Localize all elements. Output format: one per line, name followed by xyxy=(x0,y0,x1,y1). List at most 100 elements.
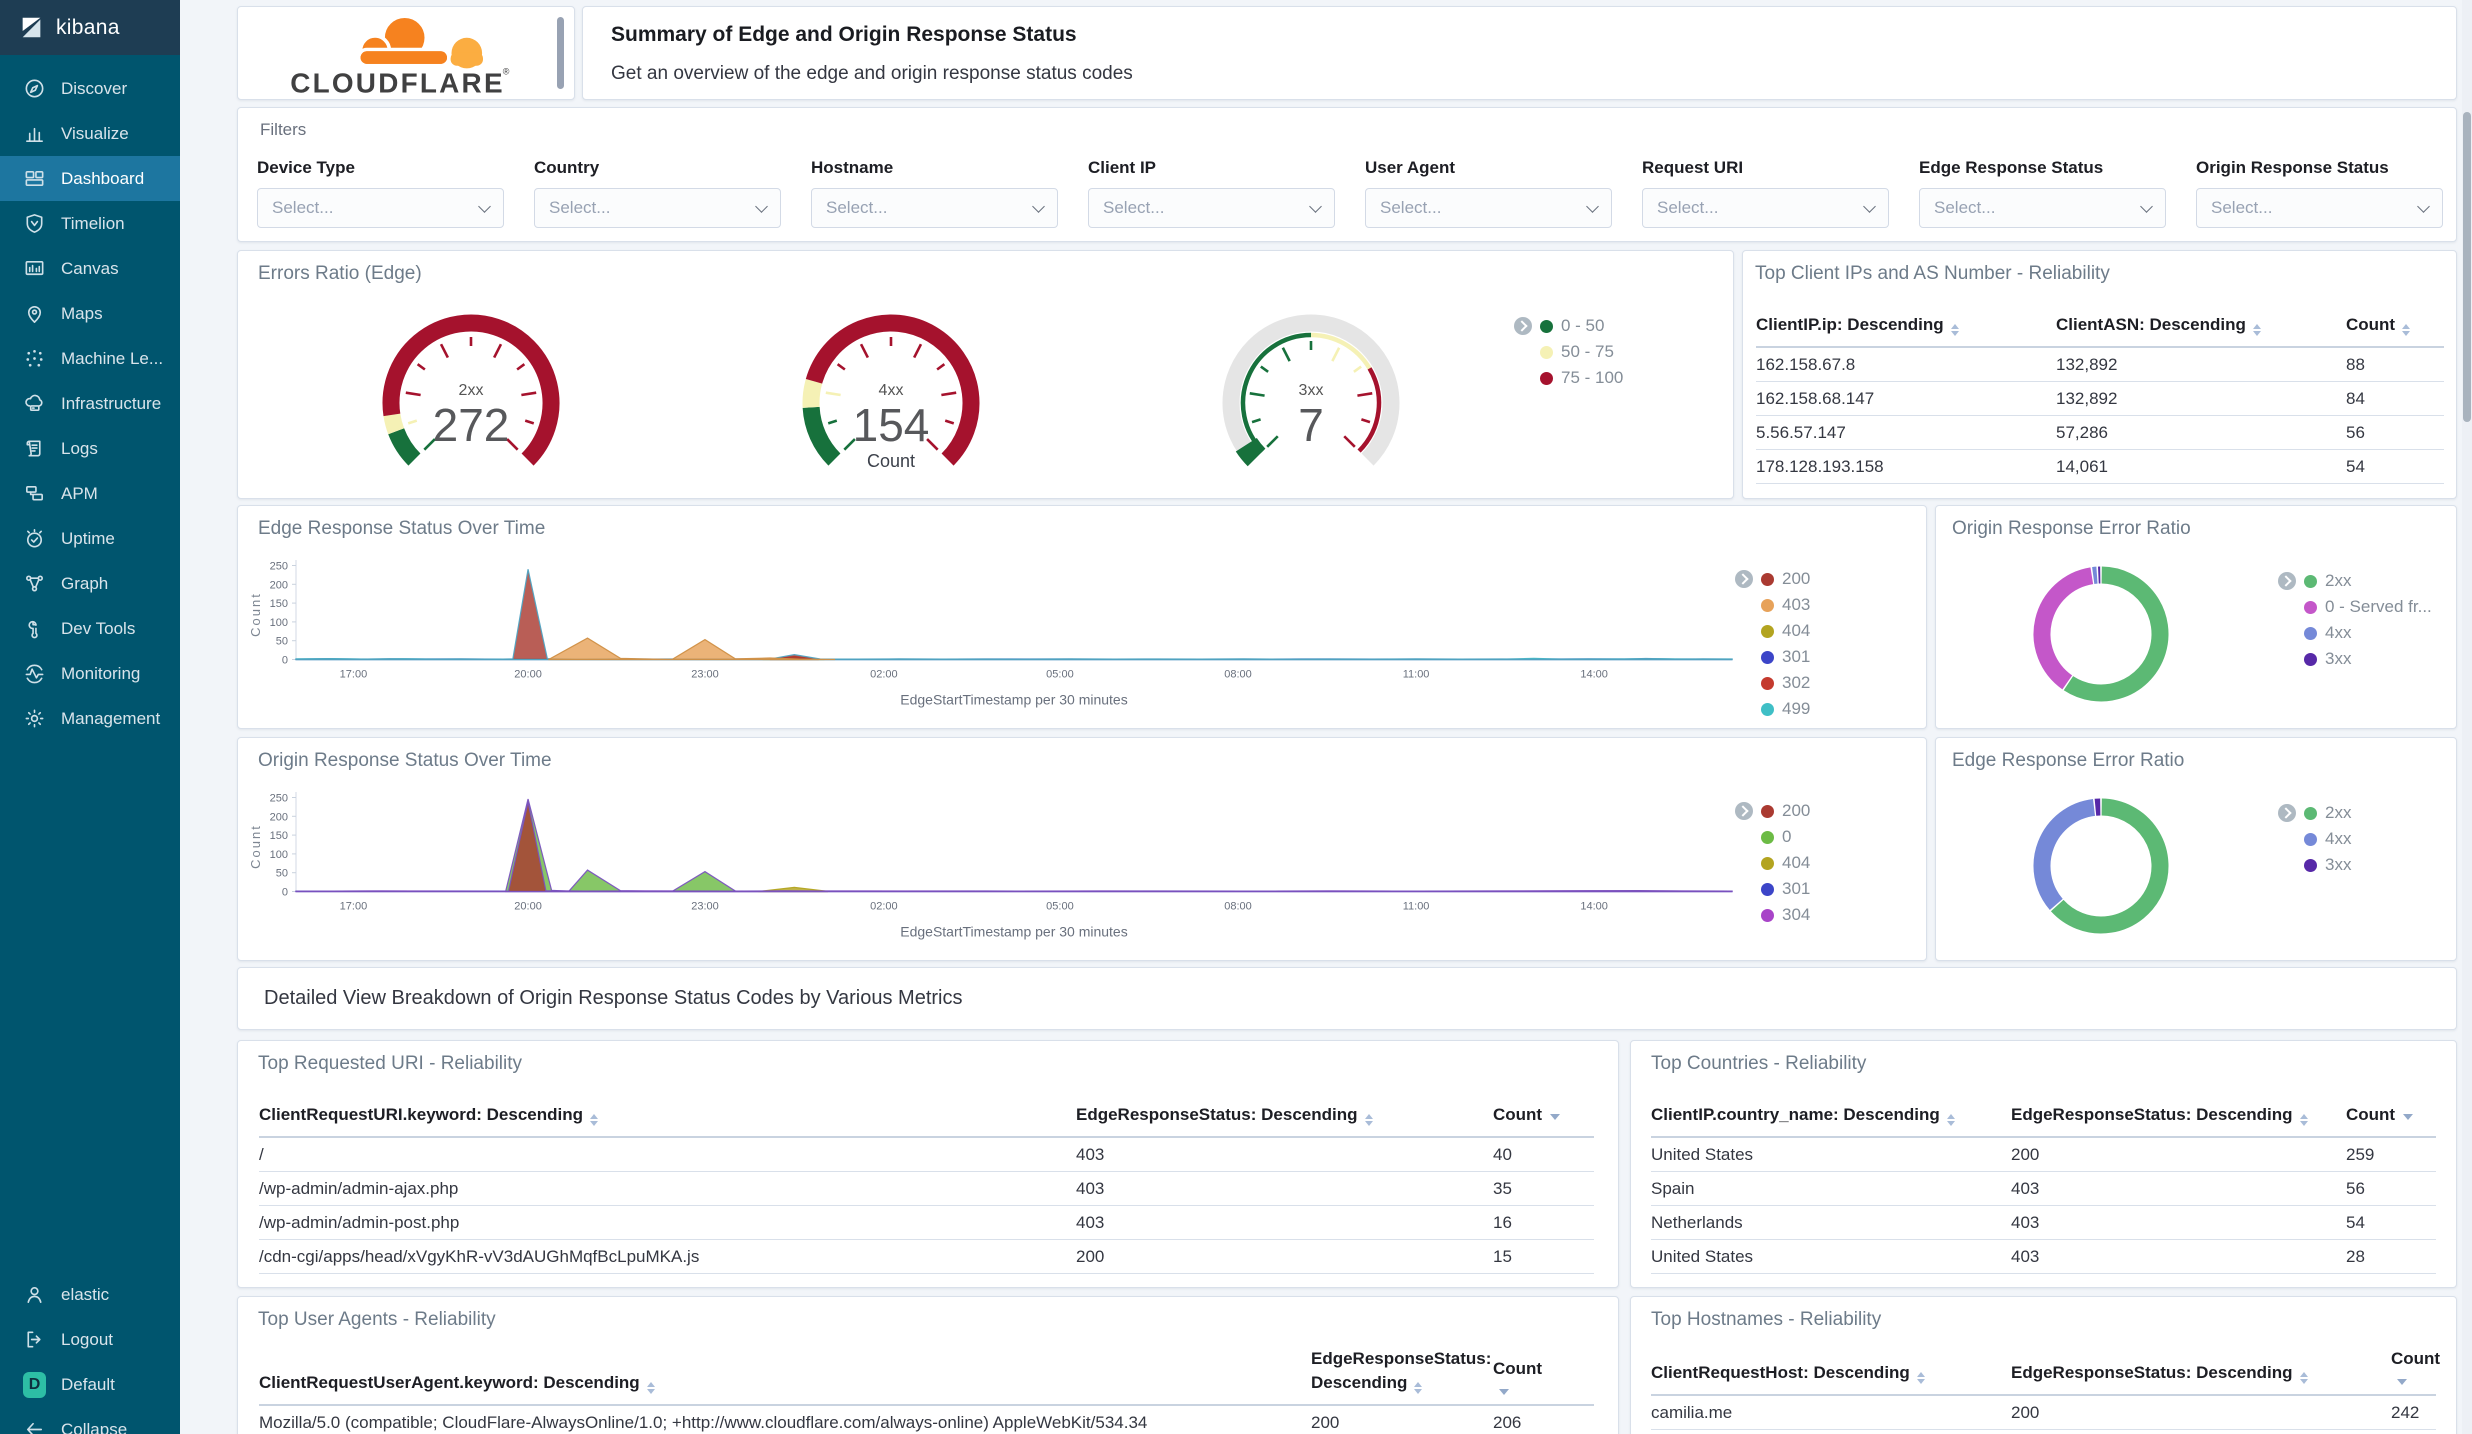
filter-select-edge-response-status[interactable]: Select... xyxy=(1919,188,2166,228)
sidebar-item-logs[interactable]: Logs xyxy=(0,426,180,471)
table-row[interactable]: 162.158.68.147 132,892 84 xyxy=(1756,382,2444,416)
filter-select-origin-response-status[interactable]: Select... xyxy=(2196,188,2443,228)
sorted-desc-icon[interactable] xyxy=(2403,1114,2414,1120)
filter-select-hostname[interactable]: Select... xyxy=(811,188,1058,228)
filter-select-device-type[interactable]: Select... xyxy=(257,188,504,228)
table-row[interactable]: 162.158.67.8 132,892 88 xyxy=(1756,348,2444,382)
legend-item-4xx[interactable]: 4xx xyxy=(2278,826,2351,852)
sidebar-item-visualize[interactable]: Visualize xyxy=(0,111,180,156)
sort-icon[interactable] xyxy=(1916,1372,1925,1384)
sidebar-item-timelion[interactable]: Timelion xyxy=(0,201,180,246)
column-header-count[interactable]: Count xyxy=(2391,1341,2448,1394)
sort-icon[interactable] xyxy=(2299,1114,2308,1126)
column-header-edgeresponsestatus-descending[interactable]: EdgeResponseStatus: Descending xyxy=(2011,1355,2391,1394)
sidebar-item-default[interactable]: D Default xyxy=(0,1362,180,1407)
column-header-count[interactable]: Count xyxy=(2346,1097,2436,1136)
sorted-desc-icon[interactable] xyxy=(1499,1389,1509,1395)
filter-select-country[interactable]: Select... xyxy=(534,188,781,228)
legend-item-3xx[interactable]: 3xx xyxy=(2278,852,2351,878)
sort-icon[interactable] xyxy=(2252,324,2261,336)
sidebar-item-infrastructure[interactable]: Infrastructure xyxy=(0,381,180,426)
table-row[interactable]: /wp-admin/admin-ajax.php 403 35 xyxy=(259,1172,1594,1206)
legend-item-302[interactable]: 302 xyxy=(1735,670,1810,696)
sidebar-item-collapse[interactable]: Collapse xyxy=(0,1407,180,1434)
sidebar-item-canvas[interactable]: Canvas xyxy=(0,246,180,291)
kibana-logo[interactable]: kibana xyxy=(0,0,180,55)
legend-item-301[interactable]: 301 xyxy=(1735,876,1810,902)
legend-item-301[interactable]: 301 xyxy=(1735,644,1810,670)
sorted-desc-icon[interactable] xyxy=(2397,1379,2407,1385)
filter-select-user-agent[interactable]: Select... xyxy=(1365,188,1612,228)
page-scrollbar-track[interactable] xyxy=(2462,0,2472,1434)
legend-item-75-100[interactable]: 75 - 100 xyxy=(1514,365,1623,391)
sidebar-item-uptime[interactable]: Uptime xyxy=(0,516,180,561)
legend-item-0-served-fr[interactable]: 0 - Served fr... xyxy=(2278,594,2432,620)
sort-icon[interactable] xyxy=(646,1382,655,1394)
legend-toggle-icon[interactable] xyxy=(1514,317,1532,335)
sort-icon[interactable] xyxy=(1364,1114,1373,1126)
legend-item-0[interactable]: 0 xyxy=(1735,824,1810,850)
sorted-desc-icon[interactable] xyxy=(1550,1114,1561,1120)
legend-item-4xx[interactable]: 4xx xyxy=(2278,620,2432,646)
sidebar-item-maps[interactable]: Maps xyxy=(0,291,180,336)
sort-icon[interactable] xyxy=(590,1114,599,1126)
table-row[interactable]: 5.56.57.147 57,286 56 xyxy=(1756,416,2444,450)
sort-icon[interactable] xyxy=(1946,1114,1955,1126)
legend-item-200[interactable]: 200 xyxy=(1735,798,1810,824)
sort-icon[interactable] xyxy=(1950,324,1959,336)
legend-item-3xx[interactable]: 3xx xyxy=(2278,646,2432,672)
table-row[interactable]: Mozilla/5.0 (compatible; CloudFlare-Alwa… xyxy=(259,1406,1594,1434)
column-header-clientip-ip-descending[interactable]: ClientIP.ip: Descending xyxy=(1756,307,2056,346)
legend-toggle-icon[interactable] xyxy=(1735,570,1753,588)
column-header-clientrequestuseragent-keyword-descending[interactable]: ClientRequestUserAgent.keyword: Descendi… xyxy=(259,1365,1311,1404)
sidebar-item-elastic[interactable]: elastic xyxy=(0,1272,180,1317)
sort-icon[interactable] xyxy=(2299,1372,2308,1384)
sort-icon[interactable] xyxy=(1414,1382,1423,1394)
column-header-count[interactable]: Count xyxy=(1493,1097,1594,1136)
table-row[interactable]: camilia.me 200 242 xyxy=(1651,1396,2436,1430)
legend-item-200[interactable]: 200 xyxy=(1735,566,1810,592)
table-row[interactable]: Netherlands 403 54 xyxy=(1651,1206,2436,1240)
legend-item-0-50[interactable]: 0 - 50 xyxy=(1514,313,1623,339)
table-row[interactable]: United States 403 28 xyxy=(1651,1240,2436,1274)
sidebar-item-dashboard[interactable]: Dashboard xyxy=(0,156,180,201)
column-header-clientip-country-name-descending[interactable]: ClientIP.country_name: Descending xyxy=(1651,1097,2011,1136)
legend-item-2xx[interactable]: 2xx xyxy=(2278,800,2351,826)
sidebar-item-discover[interactable]: Discover xyxy=(0,66,180,111)
table-row[interactable]: / 403 40 xyxy=(259,1138,1594,1172)
legend-item-499[interactable]: 499 xyxy=(1735,696,1810,722)
column-header-clientrequesturi-keyword-descending[interactable]: ClientRequestURI.keyword: Descending xyxy=(259,1097,1076,1136)
column-header-clientasn-descending[interactable]: ClientASN: Descending xyxy=(2056,307,2346,346)
legend-item-50-75[interactable]: 50 - 75 xyxy=(1514,339,1623,365)
sort-icon[interactable] xyxy=(2402,324,2411,336)
legend-toggle-icon[interactable] xyxy=(2278,572,2296,590)
legend-item-404[interactable]: 404 xyxy=(1735,850,1810,876)
sidebar-item-graph[interactable]: Graph xyxy=(0,561,180,606)
legend-item-304[interactable]: 304 xyxy=(1735,902,1810,928)
column-header-count[interactable]: Count xyxy=(2346,307,2444,346)
filter-select-client-ip[interactable]: Select... xyxy=(1088,188,1335,228)
filter-select-request-uri[interactable]: Select... xyxy=(1642,188,1889,228)
sidebar-item-monitoring[interactable]: Monitoring xyxy=(0,651,180,696)
legend-toggle-icon[interactable] xyxy=(2278,804,2296,822)
column-header-clientrequesthost-descending[interactable]: ClientRequestHost: Descending xyxy=(1651,1355,2011,1394)
legend-item-2xx[interactable]: 2xx xyxy=(2278,568,2432,594)
column-header-edgeresponsestatus-descending[interactable]: EdgeResponseStatus: Descending xyxy=(1311,1341,1493,1404)
sidebar-item-machine-le[interactable]: Machine Le... xyxy=(0,336,180,381)
sidebar-item-dev-tools[interactable]: Dev Tools xyxy=(0,606,180,651)
table-row[interactable]: United States 200 259 xyxy=(1651,1138,2436,1172)
sidebar-item-logout[interactable]: Logout xyxy=(0,1317,180,1362)
panel-scrollbar[interactable] xyxy=(557,17,564,89)
table-row[interactable]: Spain 403 56 xyxy=(1651,1172,2436,1206)
page-scrollbar-thumb[interactable] xyxy=(2463,112,2471,422)
table-row[interactable]: /cdn-cgi/apps/head/xVgyKhR-vV3dAUGhMqfBc… xyxy=(259,1240,1594,1274)
table-row[interactable]: /wp-admin/admin-post.php 403 16 xyxy=(259,1206,1594,1240)
legend-toggle-icon[interactable] xyxy=(1735,802,1753,820)
table-row[interactable]: 178.128.193.158 14,061 54 xyxy=(1756,450,2444,484)
sidebar-item-apm[interactable]: APM xyxy=(0,471,180,516)
legend-item-404[interactable]: 404 xyxy=(1735,618,1810,644)
sidebar-item-management[interactable]: Management xyxy=(0,696,180,741)
column-header-count[interactable]: Count xyxy=(1493,1351,1594,1404)
column-header-edgeresponsestatus-descending[interactable]: EdgeResponseStatus: Descending xyxy=(2011,1097,2346,1136)
column-header-edgeresponsestatus-descending[interactable]: EdgeResponseStatus: Descending xyxy=(1076,1097,1493,1136)
